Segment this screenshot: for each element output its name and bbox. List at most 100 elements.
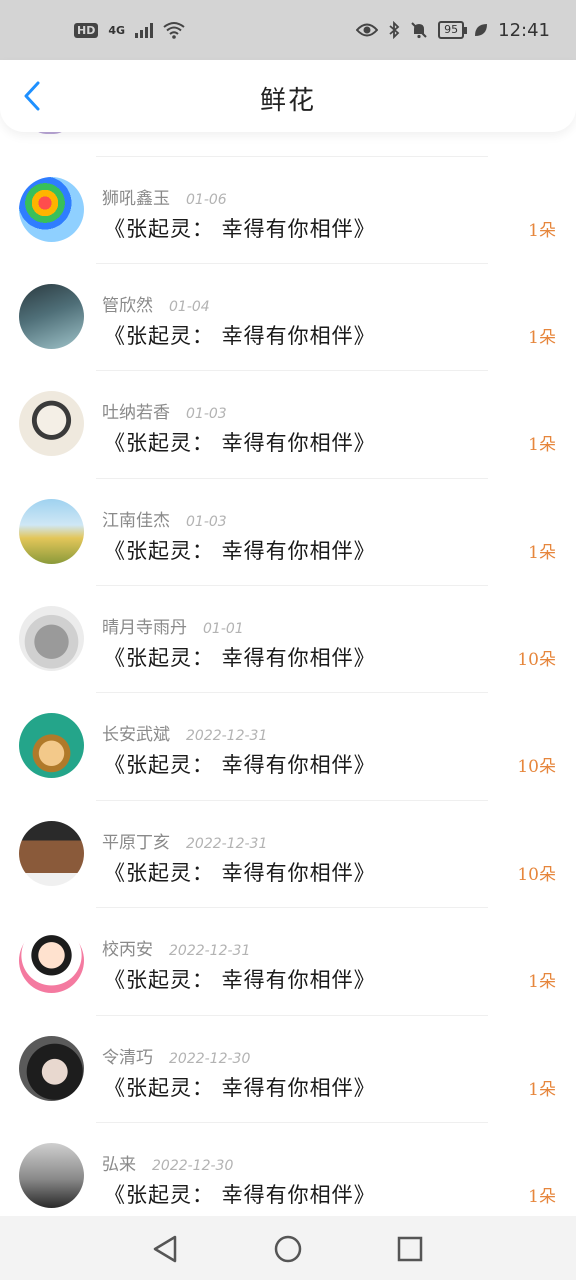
- gift-date: 01-06: [186, 192, 227, 208]
- user-name-row: 狮吼鑫玉 01-06: [102, 184, 227, 209]
- list-item[interactable]: 校丙安 2022-12-31 《张起灵： 幸得有你相伴》 1朵: [0, 907, 576, 1014]
- user-name: 吐纳若香: [102, 403, 170, 423]
- avatar[interactable]: [19, 1143, 84, 1208]
- gift-title: 《张起灵： 幸得有你相伴》: [104, 324, 376, 348]
- user-name-row: 平原丁亥 2022-12-31: [102, 828, 267, 853]
- gift-amount: 10朵: [517, 865, 556, 885]
- divider: [96, 800, 488, 801]
- hd-badge: HD: [74, 22, 99, 38]
- user-name: 令清巧: [102, 1048, 153, 1068]
- user-name-row: 吐纳若香 01-03: [102, 398, 227, 423]
- page-title: 鲜花: [259, 86, 316, 116]
- user-name: 狮吼鑫玉: [102, 189, 170, 209]
- gift-title: 《张起灵： 幸得有你相伴》: [104, 217, 376, 241]
- gift-amount: 1朵: [528, 1187, 556, 1207]
- circle-home-icon: [274, 1235, 302, 1263]
- gift-amount: 1朵: [528, 435, 556, 455]
- gift-amount: 1朵: [528, 1080, 556, 1100]
- divider: [96, 907, 488, 908]
- user-name: 平原丁亥: [102, 833, 170, 853]
- gift-amount: 1朵: [528, 972, 556, 992]
- list-item[interactable]: 狮吼鑫玉 01-06 《张起灵： 幸得有你相伴》 1朵: [0, 156, 576, 263]
- bluetooth-icon: [389, 21, 400, 39]
- gift-date: 2022-12-31: [186, 728, 268, 744]
- divider: [96, 156, 488, 157]
- user-name-row: 管欣然 01-04: [102, 291, 210, 316]
- user-name-row: 弘来 2022-12-30: [102, 1150, 233, 1175]
- network-type: 4G: [108, 23, 126, 37]
- divider: [96, 1015, 488, 1016]
- user-name: 长安武斌: [102, 725, 170, 745]
- gift-date: 2022-12-31: [186, 836, 268, 852]
- gift-date: 2022-12-30: [169, 1051, 251, 1067]
- gift-list[interactable]: 狮吼鑫玉 01-06 《张起灵： 幸得有你相伴》 1朵 管欣然 01-04 《张起灵…: [0, 132, 576, 1216]
- divider: [96, 370, 488, 371]
- avatar[interactable]: [19, 713, 84, 778]
- eye-icon: [356, 23, 379, 37]
- leaf-icon: [475, 24, 488, 36]
- avatar[interactable]: [19, 1036, 84, 1101]
- user-name: 弘来: [102, 1155, 136, 1175]
- avatar[interactable]: [19, 821, 84, 886]
- avatar[interactable]: [19, 284, 84, 349]
- gift-amount: 1朵: [528, 221, 556, 241]
- avatar[interactable]: [19, 928, 84, 993]
- divider: [96, 263, 488, 264]
- list-item[interactable]: 长安武斌 2022-12-31 《张起灵： 幸得有你相伴》 10朵: [0, 692, 576, 799]
- gift-title: 《张起灵： 幸得有你相伴》: [104, 646, 376, 670]
- list-item[interactable]: 管欣然 01-04 《张起灵： 幸得有你相伴》 1朵: [0, 263, 576, 370]
- gift-title: 《张起灵： 幸得有你相伴》: [104, 539, 376, 563]
- gift-date: 2022-12-30: [152, 1158, 234, 1174]
- list-item[interactable]: 令清巧 2022-12-30 《张起灵： 幸得有你相伴》 1朵: [0, 1015, 576, 1122]
- user-name: 江南佳杰: [102, 511, 170, 531]
- list-item[interactable]: 平原丁亥 2022-12-31 《张起灵： 幸得有你相伴》 10朵: [0, 800, 576, 907]
- user-name-row: 长安武斌 2022-12-31: [102, 720, 267, 745]
- gift-title: 《张起灵： 幸得有你相伴》: [104, 1183, 376, 1207]
- clock: 12:41: [498, 19, 550, 41]
- square-recents-icon: [397, 1236, 423, 1262]
- nav-home-button[interactable]: [271, 1232, 305, 1266]
- system-nav-bar: [0, 1216, 576, 1280]
- user-name: 晴月寺雨丹: [102, 618, 187, 638]
- nav-recents-button[interactable]: [393, 1232, 427, 1266]
- gift-amount: 1朵: [528, 328, 556, 348]
- list-item[interactable]: 吐纳若香 01-03 《张起灵： 幸得有你相伴》 1朵: [0, 370, 576, 477]
- divider: [96, 1122, 488, 1123]
- gift-date: 01-03: [186, 514, 227, 530]
- avatar[interactable]: [19, 606, 84, 671]
- gift-amount: 1朵: [528, 543, 556, 563]
- gift-title: 《张起灵： 幸得有你相伴》: [104, 968, 376, 992]
- mute-bell-icon: [411, 22, 427, 39]
- triangle-back-icon: [153, 1235, 177, 1263]
- wifi-icon: [163, 22, 185, 39]
- status-left: HD 4G: [74, 21, 185, 39]
- gift-amount: 10朵: [517, 757, 556, 777]
- signal-icon: [135, 22, 154, 38]
- gift-date: 2022-12-31: [169, 943, 251, 959]
- user-name: 管欣然: [102, 296, 153, 316]
- avatar[interactable]: [19, 499, 84, 564]
- nav-back-button[interactable]: [148, 1232, 182, 1266]
- status-bar: HD 4G 95 12:41: [0, 0, 576, 60]
- list-item[interactable]: 江南佳杰 01-03 《张起灵： 幸得有你相伴》 1朵: [0, 478, 576, 585]
- user-name-row: 令清巧 2022-12-30: [102, 1043, 250, 1068]
- user-name-row: 江南佳杰 01-03: [102, 506, 227, 531]
- avatar[interactable]: [19, 391, 84, 456]
- user-name-row: 晴月寺雨丹 01-01: [102, 613, 244, 638]
- gift-date: 01-04: [169, 299, 210, 315]
- avatar: [30, 132, 70, 134]
- list-item[interactable]: 弘来 2022-12-30 《张起灵： 幸得有你相伴》 1朵: [0, 1122, 576, 1216]
- gift-title: 《张起灵： 幸得有你相伴》: [104, 753, 376, 777]
- user-name-row: 校丙安 2022-12-31: [102, 935, 250, 960]
- divider: [96, 585, 488, 586]
- user-name: 校丙安: [102, 940, 153, 960]
- avatar[interactable]: [19, 177, 84, 242]
- gift-date: 01-03: [186, 406, 227, 422]
- list-item[interactable]: 晴月寺雨丹 01-01 《张起灵： 幸得有你相伴》 10朵: [0, 585, 576, 692]
- divider: [96, 692, 488, 693]
- gift-amount: 10朵: [517, 650, 556, 670]
- gift-date: 01-01: [203, 621, 244, 637]
- battery-icon: 95: [438, 21, 468, 39]
- divider: [96, 478, 488, 479]
- header-bar: 鲜花: [0, 60, 576, 132]
